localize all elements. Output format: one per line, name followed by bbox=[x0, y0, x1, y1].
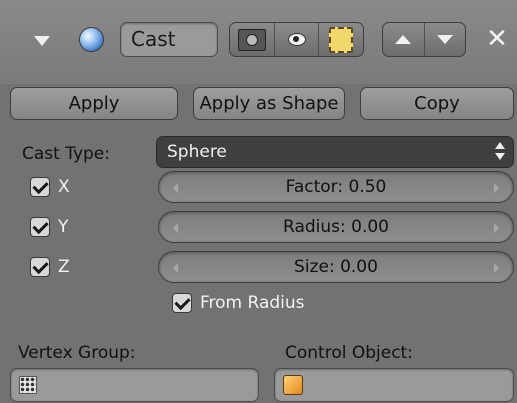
cast-type-dropdown[interactable]: Sphere bbox=[156, 136, 514, 168]
increment-arrow-icon[interactable] bbox=[494, 183, 499, 193]
axis-z-checkbox[interactable] bbox=[30, 257, 50, 277]
vertex-group-label: Vertex Group: bbox=[18, 343, 136, 363]
axis-y-row[interactable]: Y bbox=[30, 216, 68, 238]
factor-value: Factor: 0.50 bbox=[285, 177, 387, 197]
radius-value: Radius: 0.00 bbox=[283, 217, 389, 237]
axis-x-checkbox[interactable] bbox=[30, 177, 50, 197]
move-up-icon bbox=[395, 35, 412, 44]
radius-slider[interactable]: Radius: 0.00 bbox=[158, 211, 514, 243]
from-radius-checkbox[interactable] bbox=[172, 293, 192, 313]
vertex-group-icon bbox=[19, 376, 37, 394]
render-toggle[interactable] bbox=[230, 23, 274, 56]
axis-x-row[interactable]: X bbox=[30, 176, 70, 198]
editmode-toggle[interactable] bbox=[318, 23, 363, 56]
editmode-icon bbox=[329, 26, 354, 53]
decrement-arrow-icon[interactable] bbox=[173, 223, 178, 233]
factor-slider[interactable]: Factor: 0.50 bbox=[158, 171, 514, 203]
from-radius-label: From Radius bbox=[200, 293, 305, 313]
axis-y-checkbox[interactable] bbox=[30, 217, 50, 237]
axis-x-label: X bbox=[58, 177, 70, 197]
move-up-button[interactable] bbox=[383, 23, 424, 56]
decrement-arrow-icon[interactable] bbox=[173, 263, 178, 273]
camera-render-icon bbox=[237, 28, 266, 51]
axis-z-label: Z bbox=[58, 257, 70, 277]
decrement-arrow-icon[interactable] bbox=[173, 183, 178, 193]
apply-as-shape-button[interactable]: Apply as Shape bbox=[193, 87, 345, 120]
size-value: Size: 0.00 bbox=[294, 257, 378, 277]
collapse-triangle-icon[interactable] bbox=[34, 36, 50, 46]
copy-button[interactable]: Copy bbox=[360, 87, 514, 120]
apply-button[interactable]: Apply bbox=[10, 87, 178, 120]
visibility-toggle-group bbox=[229, 22, 364, 57]
cast-sphere-icon bbox=[79, 27, 104, 52]
increment-arrow-icon[interactable] bbox=[494, 263, 499, 273]
cast-type-label: Cast Type: bbox=[22, 144, 110, 164]
control-object-field[interactable] bbox=[274, 368, 514, 402]
move-down-icon bbox=[436, 35, 453, 44]
close-icon[interactable]: ✕ bbox=[484, 26, 510, 52]
move-modifier-group bbox=[382, 22, 466, 57]
control-object-label: Control Object: bbox=[285, 343, 413, 363]
eye-icon bbox=[287, 33, 306, 46]
size-slider[interactable]: Size: 0.00 bbox=[158, 251, 514, 283]
cast-type-value: Sphere bbox=[167, 142, 227, 162]
viewport-toggle[interactable] bbox=[273, 23, 319, 56]
object-cube-icon bbox=[283, 375, 303, 395]
axis-y-label: Y bbox=[58, 217, 69, 237]
vertex-group-field[interactable] bbox=[10, 368, 259, 402]
move-down-button[interactable] bbox=[423, 23, 466, 56]
axis-z-row[interactable]: Z bbox=[30, 256, 70, 278]
dropdown-arrows-icon bbox=[495, 142, 505, 162]
increment-arrow-icon[interactable] bbox=[494, 223, 499, 233]
modifier-name-field[interactable]: Cast bbox=[120, 22, 218, 57]
from-radius-row[interactable]: From Radius bbox=[172, 292, 305, 314]
